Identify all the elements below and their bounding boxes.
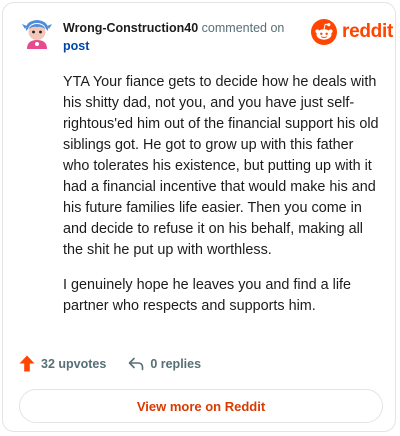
comment-header: Wrong-Construction40 commented on post (63, 19, 303, 55)
action-text: commented on (201, 21, 285, 35)
avatar-icon (19, 15, 55, 51)
reddit-logo[interactable]: reddit (311, 19, 393, 45)
reply-count: 0 replies (150, 356, 202, 371)
comment-card: Wrong-Construction40 commented on post r… (2, 2, 396, 432)
comment-paragraph: YTA Your fiance gets to decide how he de… (63, 74, 379, 258)
avatar[interactable] (19, 15, 55, 51)
username-link[interactable]: Wrong-Construction40 (63, 21, 198, 35)
reddit-wordmark: reddit (342, 21, 393, 42)
upvote-arrow-icon (19, 355, 35, 372)
replies-button[interactable]: 0 replies (128, 357, 201, 371)
post-link[interactable]: post (63, 39, 89, 53)
reddit-snoo-icon (311, 19, 337, 45)
reply-arrow-icon (129, 357, 144, 370)
comment-body: YTA Your fiance gets to decide how he de… (63, 72, 381, 331)
view-more-button[interactable]: View more on Reddit (19, 389, 383, 423)
upvote-count: 32 upvotes (41, 356, 107, 371)
upvote-button[interactable]: 32 upvotes (19, 355, 106, 372)
comment-paragraph: I genuinely hope he leaves you and find … (63, 277, 352, 314)
comment-actions: 32 upvotes 0 replies (19, 355, 201, 372)
